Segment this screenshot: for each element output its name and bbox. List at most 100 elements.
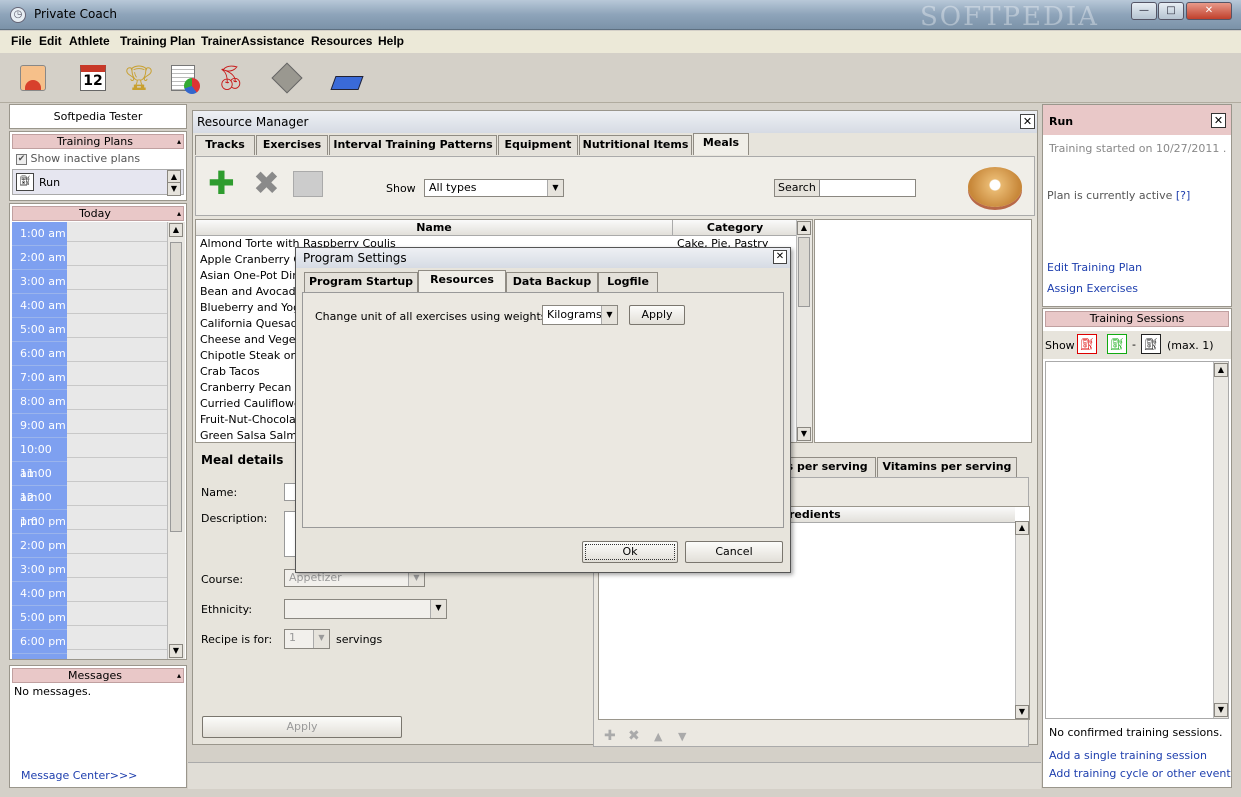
ok-button[interactable]: Ok	[582, 541, 678, 563]
ethnicity-select[interactable]: ▼	[284, 599, 447, 619]
time-slot: 7:00 am	[12, 366, 67, 390]
maximize-button[interactable]: □	[1158, 2, 1184, 20]
tab-interval-training-patterns[interactable]: Interval Training Patterns	[329, 135, 497, 155]
close-icon[interactable]: ✕	[1211, 113, 1226, 128]
message-center-link[interactable]: Message Center>>>	[21, 769, 137, 782]
import-icon[interactable]	[293, 171, 323, 197]
scroll-thumb[interactable]	[798, 237, 810, 307]
tab-program-startup[interactable]: Program Startup	[304, 272, 418, 292]
add-icon[interactable]: ✚	[208, 167, 235, 199]
scroll-down-icon[interactable]: ▼	[167, 182, 181, 196]
remove-ingredient-icon[interactable]: ✖	[628, 728, 640, 744]
menu-edit[interactable]: Edit	[39, 34, 62, 48]
scroll-down-icon[interactable]: ▼	[1214, 703, 1228, 717]
menu-help[interactable]: Help	[378, 34, 404, 48]
sessions-list[interactable]: ▲ ▼	[1045, 361, 1229, 719]
scroll-up-icon[interactable]: ▲	[169, 223, 183, 237]
apply-unit-button[interactable]: Apply	[629, 305, 685, 325]
time-slot: 6:00 pm	[12, 630, 67, 654]
training-sessions-header: Training Sessions	[1045, 311, 1229, 327]
menu-resources[interactable]: Resources	[311, 34, 372, 48]
sessions-scrollbar[interactable]: ▲ ▼	[1213, 362, 1228, 718]
close-button[interactable]: ✕	[1186, 2, 1232, 20]
training-plans-panel: Training Plans ▴ ✔ Show inactive plans ⛽︎…	[9, 131, 187, 201]
edit-training-plan-link[interactable]: Edit Training Plan	[1047, 261, 1142, 274]
help-link[interactable]: [?]	[1176, 189, 1190, 202]
today-scrollbar[interactable]: ▲ ▼	[167, 222, 185, 659]
collapse-icon[interactable]: ▴	[177, 207, 183, 220]
equipment-icon[interactable]	[270, 61, 304, 95]
tab-logfile[interactable]: Logfile	[598, 272, 658, 292]
scroll-up-icon[interactable]: ▲	[1015, 521, 1029, 535]
close-icon[interactable]: ✕	[1020, 114, 1035, 129]
show-label: Show	[386, 182, 416, 195]
scroll-thumb[interactable]	[170, 242, 182, 532]
cherries-icon[interactable]: 🍒︎	[214, 61, 248, 95]
recipe-label: Recipe is for:	[201, 633, 273, 646]
show-inactive-row[interactable]: ✔ Show inactive plans	[10, 151, 186, 167]
scroll-up-icon[interactable]: ▲	[797, 221, 811, 235]
tab-meals[interactable]: Meals	[693, 133, 749, 155]
scroll-down-icon[interactable]: ▼	[169, 644, 183, 658]
unit-select[interactable]: Kilograms ▼	[542, 305, 618, 325]
tab-data-backup[interactable]: Data Backup	[506, 272, 598, 292]
missed-session-icon[interactable]: ⛽︎	[1077, 334, 1097, 354]
tab-equipment[interactable]: Equipment	[498, 135, 578, 155]
calendar-icon[interactable]: 12	[76, 61, 110, 95]
tab-nutritional-items[interactable]: Nutritional Items	[579, 135, 692, 155]
delete-icon[interactable]: ✖	[253, 167, 280, 199]
scroll-up-icon[interactable]: ▲	[1214, 363, 1228, 377]
menu-training-plan[interactable]: Training Plan	[120, 34, 195, 48]
done-session-icon[interactable]: ⛽︎	[1107, 334, 1127, 354]
planned-session-icon[interactable]: ⛽︎	[1141, 334, 1161, 354]
tab-vitamins-per-serving[interactable]: Vitamins per serving	[877, 457, 1017, 477]
report-icon[interactable]	[166, 61, 200, 95]
show-inactive-checkbox[interactable]: ✔	[16, 153, 27, 165]
meals-scrollbar[interactable]: ▲ ▼	[796, 220, 812, 442]
column-category[interactable]: Category	[674, 220, 796, 236]
minimize-button[interactable]: —	[1131, 2, 1157, 20]
ethnicity-label: Ethnicity:	[201, 603, 253, 616]
tab-resources[interactable]: Resources	[418, 270, 506, 292]
ingredients-scrollbar[interactable]: ▲ ▼	[1015, 521, 1029, 719]
search-input[interactable]	[815, 180, 913, 196]
ingredients-column[interactable]: redients	[789, 507, 841, 523]
plan-label: Run	[39, 176, 61, 189]
move-up-icon[interactable]: ▲	[654, 730, 662, 743]
cancel-button[interactable]: Cancel	[685, 541, 783, 563]
scroll-down-icon[interactable]: ▼	[1015, 705, 1029, 719]
show-type-select[interactable]: All types ▼	[424, 179, 564, 197]
add-single-session-link[interactable]: Add a single training session	[1049, 749, 1207, 762]
sessions-filter-row: Show ⛽︎ ⛽︎ - ⛽︎ (max. 1)	[1043, 331, 1231, 359]
tab-exercises[interactable]: Exercises	[256, 135, 328, 155]
time-slot: 5:00 pm	[12, 606, 67, 630]
unit-label: Change unit of all exercises using weigh…	[315, 310, 562, 323]
athlete-icon[interactable]	[16, 61, 50, 95]
plan-item-run[interactable]: ⛽︎ Run ▲ ▼	[12, 169, 184, 196]
schedule-area[interactable]	[67, 222, 167, 659]
menu-athlete[interactable]: Athlete	[69, 34, 110, 48]
dialog-titlebar: Program Settings ✕	[296, 248, 790, 268]
menu-trainer-assistance[interactable]: TrainerAssistance	[201, 34, 304, 48]
treadmill-icon[interactable]	[330, 61, 364, 95]
collapse-icon[interactable]: ▴	[177, 669, 183, 682]
trophy-icon[interactable]: 🏆︎	[122, 61, 156, 95]
scroll-down-icon[interactable]: ▼	[797, 427, 811, 441]
column-name[interactable]: Name	[196, 220, 673, 236]
collapse-icon[interactable]: ▴	[177, 135, 183, 148]
time-slot: 1:00 am	[12, 222, 67, 246]
time-slot: 10:00 am	[12, 438, 67, 480]
tab-tracks[interactable]: Tracks	[195, 135, 255, 155]
add-training-cycle-link[interactable]: Add training cycle or other event	[1049, 767, 1231, 780]
menu-file[interactable]: File	[11, 34, 32, 48]
servings-select[interactable]: 1 ▼	[284, 629, 330, 649]
chevron-down-icon: ▼	[547, 180, 563, 196]
move-down-icon[interactable]: ▼	[678, 730, 686, 743]
time-slot: 8:00 am	[12, 390, 67, 414]
close-icon[interactable]: ✕	[773, 250, 787, 264]
plan-active-label: Plan is currently active	[1047, 189, 1173, 202]
assign-exercises-link[interactable]: Assign Exercises	[1047, 282, 1138, 295]
status-area	[188, 762, 1041, 789]
add-ingredient-icon[interactable]: ✚	[604, 728, 616, 744]
apply-meal-button[interactable]: Apply	[202, 716, 402, 738]
